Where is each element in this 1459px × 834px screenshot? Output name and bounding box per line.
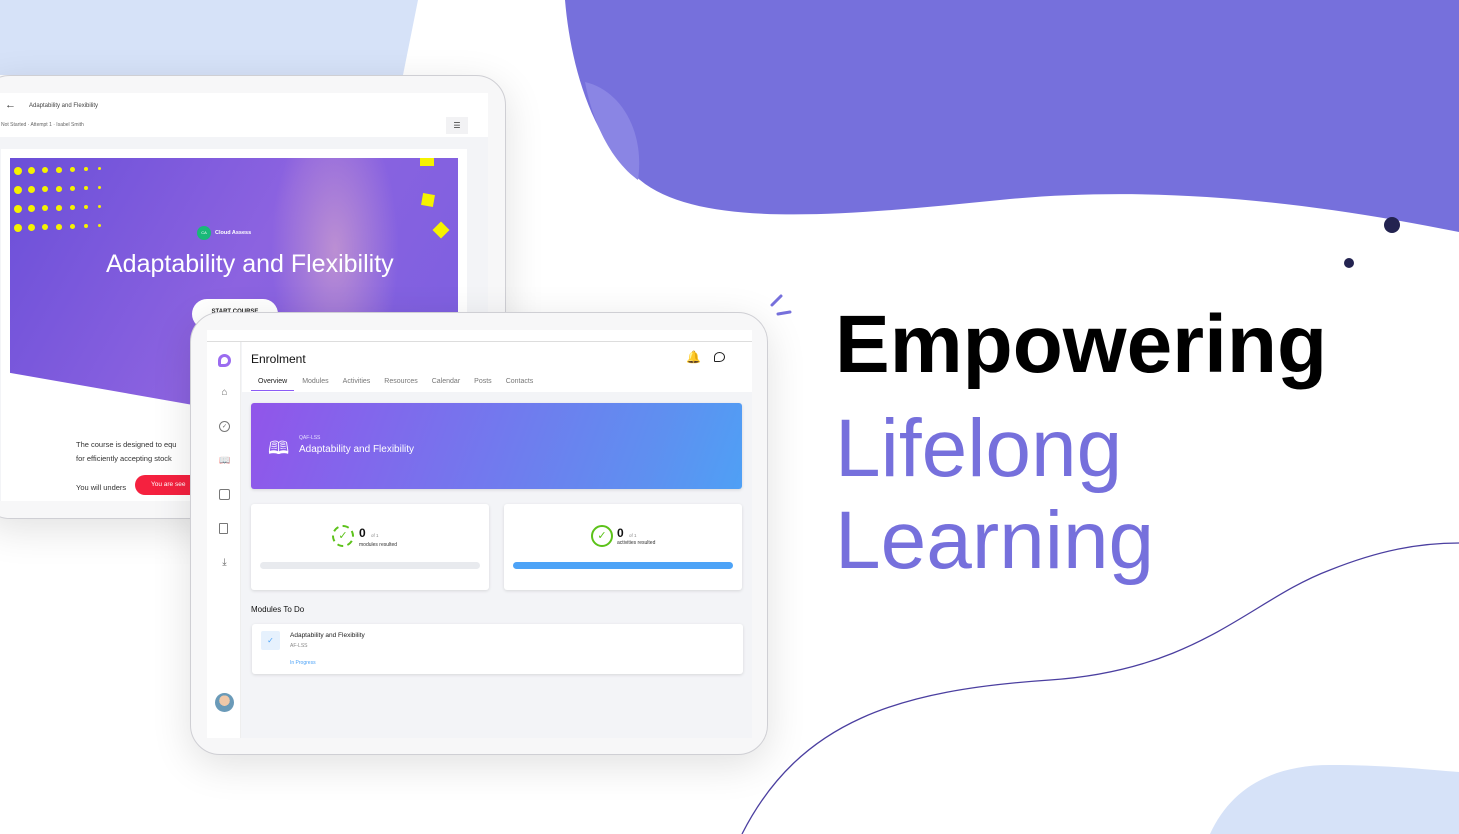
tab-overview[interactable]: Overview bbox=[251, 378, 295, 391]
yellow-dot bbox=[56, 186, 62, 192]
yellow-dot bbox=[42, 205, 49, 212]
course-description: The course is designed to equ bbox=[76, 440, 177, 449]
yellow-dot bbox=[84, 205, 88, 209]
navy-dot-small bbox=[1344, 258, 1354, 268]
user-avatar[interactable] bbox=[215, 693, 234, 712]
yellow-dot bbox=[70, 186, 75, 191]
course-code: QAF-LSS bbox=[299, 435, 321, 441]
enrolment-tablet: ⌂ ✓ 📖 ⤓ Enrolment 🔔 Overview Modules Activ… bbox=[190, 312, 768, 755]
yellow-dot bbox=[84, 167, 88, 171]
course-title: Adaptability and Flexibility bbox=[29, 103, 99, 109]
badge-check-icon: ✓ bbox=[332, 525, 354, 547]
yellow-dot bbox=[42, 224, 49, 231]
calendar-icon[interactable] bbox=[219, 489, 230, 500]
yellow-dot bbox=[84, 224, 88, 228]
download-icon[interactable]: ⤓ bbox=[219, 557, 230, 568]
yellow-dot bbox=[56, 167, 62, 173]
brand-name: Cloud Assess bbox=[215, 230, 252, 236]
yellow-dot bbox=[14, 167, 22, 175]
light-blue-blob-bottom-right bbox=[1210, 765, 1459, 834]
module-title: Adaptability and Flexibility bbox=[290, 632, 365, 639]
stat-value: 0 bbox=[359, 526, 366, 540]
light-blue-blob-top-left bbox=[0, 0, 418, 75]
yellow-dot bbox=[56, 224, 62, 230]
stat-of: of 1 bbox=[371, 533, 379, 538]
yellow-dot bbox=[14, 224, 22, 232]
menu-list-icon[interactable]: ☰ bbox=[446, 117, 468, 134]
yellow-dot bbox=[56, 205, 62, 211]
enrolment-screen: ⌂ ✓ 📖 ⤓ Enrolment 🔔 Overview Modules Activ… bbox=[207, 330, 752, 738]
home-icon[interactable]: ⌂ bbox=[219, 387, 230, 398]
yellow-dot bbox=[28, 167, 36, 175]
book-icon[interactable]: 📖 bbox=[219, 455, 230, 466]
bell-icon[interactable]: 🔔 bbox=[686, 350, 701, 364]
yellow-dot bbox=[28, 224, 36, 232]
top-bar bbox=[207, 330, 752, 342]
sidebar: ⌂ ✓ 📖 ⤓ bbox=[207, 342, 241, 738]
modules-heading: Modules To Do bbox=[251, 605, 305, 614]
module-status: In Progress bbox=[290, 660, 316, 666]
course-meta: Not Started · Attempt 1 · Isabel Smith bbox=[1, 122, 84, 128]
yellow-dot bbox=[84, 186, 88, 190]
tab-contacts[interactable]: Contacts bbox=[506, 378, 534, 391]
course-description: You will unders bbox=[76, 483, 127, 492]
yellow-dot bbox=[98, 224, 102, 228]
headline: Empowering Lifelong Learning bbox=[835, 300, 1327, 587]
page-header: Enrolment 🔔 Overview Modules Activities Res… bbox=[242, 342, 752, 392]
check-circle-icon: ✓ bbox=[591, 525, 613, 547]
check-circle-icon[interactable]: ✓ bbox=[219, 421, 230, 432]
yellow-dot bbox=[42, 167, 49, 174]
app-logo-icon[interactable] bbox=[218, 354, 231, 367]
progress-fill bbox=[513, 562, 733, 569]
course-description: for efficiently accepting stock bbox=[76, 454, 172, 463]
purple-blob-top-right bbox=[565, 0, 1459, 232]
yellow-diamond-shape bbox=[432, 221, 450, 239]
module-check-icon: ✓ bbox=[261, 631, 280, 650]
page-title: Enrolment bbox=[251, 352, 306, 366]
stat-value: 0 bbox=[617, 526, 624, 540]
open-book-icon: 🕮 bbox=[268, 438, 290, 458]
headline-line-3: Learning bbox=[835, 495, 1155, 586]
stat-card: ✓ 0 of 1 modules resulted bbox=[251, 504, 489, 590]
hero-title: Adaptability and Flexibility bbox=[106, 250, 394, 278]
back-arrow-icon[interactable]: ← bbox=[5, 99, 16, 111]
yellow-dot bbox=[28, 205, 36, 213]
chat-icon[interactable] bbox=[714, 352, 725, 362]
yellow-square-shape bbox=[420, 158, 434, 166]
stat-label: activities resulted bbox=[617, 540, 656, 546]
yellow-dot bbox=[28, 186, 36, 194]
yellow-dot bbox=[98, 186, 102, 190]
headline-line-2: Lifelong bbox=[835, 403, 1123, 494]
module-code: AF-LSS bbox=[290, 643, 308, 649]
sparkle-lines bbox=[770, 294, 792, 316]
stat-label: modules resulted bbox=[359, 542, 398, 548]
tab-posts[interactable]: Posts bbox=[474, 378, 492, 391]
headline-line-1: Empowering bbox=[835, 299, 1328, 390]
stat-of: of 1 bbox=[629, 533, 637, 538]
yellow-dot bbox=[14, 205, 22, 213]
progress-bar bbox=[513, 562, 733, 569]
tab-bar: Overview Modules Activities Resources Calend… bbox=[251, 378, 547, 391]
brand-avatar: CA bbox=[197, 226, 211, 240]
tab-calendar[interactable]: Calendar bbox=[432, 378, 460, 391]
tab-resources[interactable]: Resources bbox=[384, 378, 417, 391]
course-banner[interactable]: 🕮 QAF-LSS Adaptability and Flexibility bbox=[251, 403, 742, 489]
document-icon[interactable] bbox=[219, 523, 228, 534]
yellow-dot bbox=[98, 205, 102, 209]
yellow-dot bbox=[70, 167, 75, 172]
stat-card: ✓ 0 of 1 activities resulted bbox=[504, 504, 742, 590]
navy-dot-large bbox=[1384, 217, 1400, 233]
tab-activities[interactable]: Activities bbox=[343, 378, 371, 391]
course-banner-title: Adaptability and Flexibility bbox=[299, 444, 415, 455]
tab-modules[interactable]: Modules bbox=[302, 378, 328, 391]
yellow-square-shape bbox=[421, 193, 435, 207]
progress-bar bbox=[260, 562, 480, 569]
yellow-dot bbox=[42, 186, 49, 193]
yellow-dot bbox=[70, 224, 75, 229]
yellow-dot bbox=[14, 186, 22, 194]
yellow-dot bbox=[70, 205, 75, 210]
yellow-dot bbox=[98, 167, 102, 171]
player-header: ← Adaptability and Flexibility Not Start… bbox=[0, 93, 488, 137]
module-list-item[interactable]: ✓ Adaptability and Flexibility AF-LSS In… bbox=[252, 624, 743, 674]
